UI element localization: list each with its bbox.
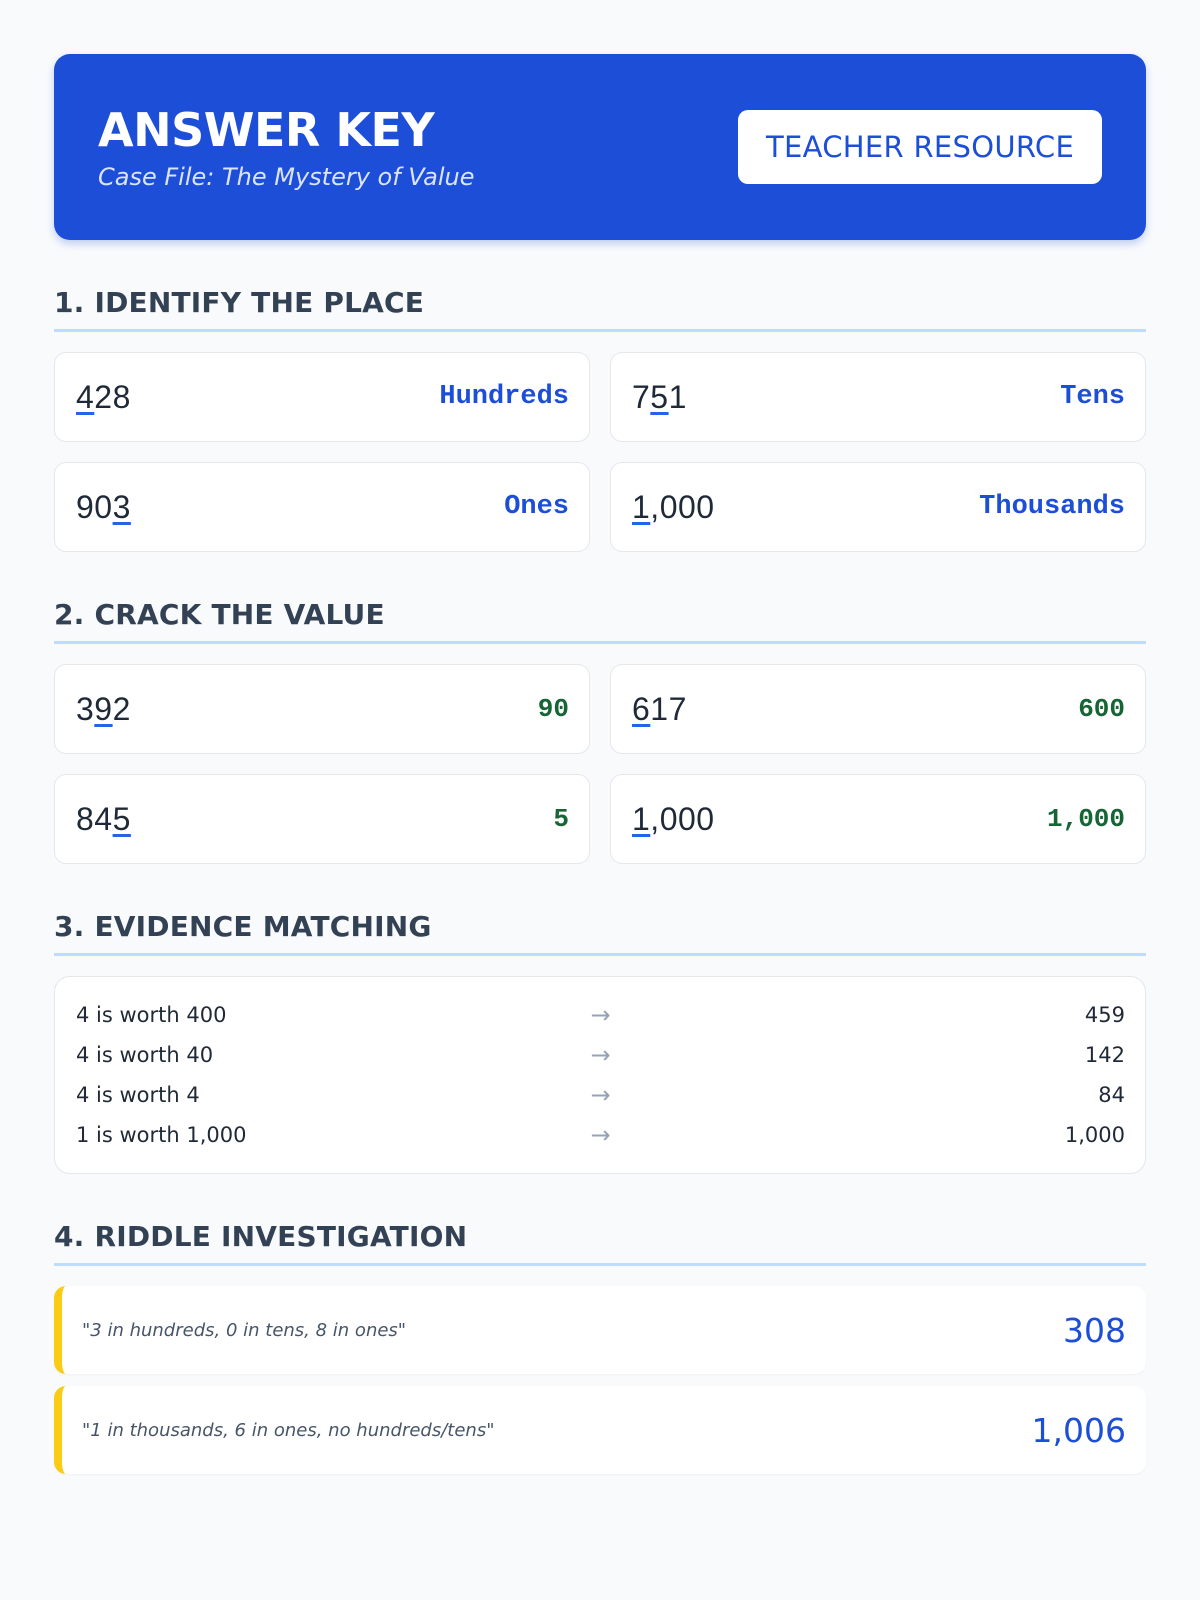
number-with-underlined-digit: 845: [76, 800, 131, 837]
answer-key-page: ANSWER KEY Case File: The Mystery of Val…: [54, 54, 1146, 1474]
match-clue: 1 is worth 1,000: [76, 1123, 247, 1147]
value-card: 1,000 1,000: [610, 774, 1146, 864]
section-crack-value: 2. CRACK THE VALUE 392 90 617 600 845 5 …: [54, 598, 1146, 864]
number-with-underlined-digit: 751: [632, 378, 687, 415]
number-with-underlined-digit: 1,000: [632, 488, 715, 525]
riddle-card: "3 in hundreds, 0 in tens, 8 in ones" 30…: [54, 1286, 1146, 1374]
value-card: 392 90: [54, 664, 590, 754]
arrow-right-icon: →: [590, 1081, 611, 1109]
match-row: 4 is worth 400 → 459: [76, 995, 1125, 1035]
riddle-clue: "1 in thousands, 6 in ones, no hundreds/…: [82, 1419, 495, 1441]
place-card: 903 Ones: [54, 462, 590, 552]
section-title: 4. RIDDLE INVESTIGATION: [54, 1220, 1146, 1266]
value-card: 845 5: [54, 774, 590, 864]
place-card: 1,000 Thousands: [610, 462, 1146, 552]
page-title: ANSWER KEY: [98, 103, 435, 157]
section-title: 3. EVIDENCE MATCHING: [54, 910, 1146, 956]
match-row: 1 is worth 1,000 → 1,000: [76, 1115, 1125, 1155]
value-grid: 392 90 617 600 845 5 1,000 1,000: [54, 664, 1146, 864]
number-with-underlined-digit: 1,000: [632, 800, 715, 837]
section-identify-place: 1. IDENTIFY THE PLACE 428 Hundreds 751 T…: [54, 286, 1146, 552]
match-clue: 4 is worth 400: [76, 1003, 227, 1027]
arrow-right-icon: →: [590, 1121, 611, 1149]
value-answer: 600: [1078, 694, 1125, 724]
section-title: 2. CRACK THE VALUE: [54, 598, 1146, 644]
underlined-digit: 1: [632, 800, 651, 837]
place-answer: Thousands: [979, 492, 1125, 522]
number-with-underlined-digit: 392: [76, 690, 131, 727]
matching-card: 4 is worth 400 → 459 4 is worth 40 → 142…: [54, 976, 1146, 1174]
underlined-digit: 5: [650, 378, 669, 415]
match-number: 1,000: [1064, 1123, 1125, 1147]
number-with-underlined-digit: 617: [632, 690, 687, 727]
header-banner: ANSWER KEY Case File: The Mystery of Val…: [54, 54, 1146, 240]
place-grid: 428 Hundreds 751 Tens 903 Ones 1,000 Tho…: [54, 352, 1146, 552]
match-row: 4 is worth 4 → 84: [76, 1075, 1125, 1115]
riddle-answer: 1,006: [1031, 1410, 1126, 1450]
section-title: 1. IDENTIFY THE PLACE: [54, 286, 1146, 332]
riddle-answer: 308: [1063, 1310, 1126, 1350]
value-answer: 5: [553, 804, 569, 834]
value-answer: 1,000: [1046, 804, 1125, 834]
place-answer: Hundreds: [439, 382, 569, 412]
riddle-card: "1 in thousands, 6 in ones, no hundreds/…: [54, 1386, 1146, 1474]
teacher-resource-badge: TEACHER RESOURCE: [738, 110, 1102, 184]
underlined-digit: 9: [94, 690, 113, 727]
header-text: ANSWER KEY Case File: The Mystery of Val…: [98, 102, 475, 192]
number-with-underlined-digit: 903: [76, 488, 131, 525]
place-answer: Ones: [504, 492, 569, 522]
place-card: 751 Tens: [610, 352, 1146, 442]
place-answer: Tens: [1060, 382, 1125, 412]
section-evidence-matching: 3. EVIDENCE MATCHING 4 is worth 400 → 45…: [54, 910, 1146, 1174]
underlined-digit: 6: [632, 690, 651, 727]
value-card: 617 600: [610, 664, 1146, 754]
underlined-digit: 1: [632, 488, 651, 525]
match-clue: 4 is worth 4: [76, 1083, 200, 1107]
value-answer: 90: [537, 694, 569, 724]
riddle-clue: "3 in hundreds, 0 in tens, 8 in ones": [82, 1319, 407, 1341]
underlined-digit: 5: [112, 800, 131, 837]
underlined-digit: 3: [112, 488, 131, 525]
underlined-digit: 4: [76, 378, 95, 415]
match-clue: 4 is worth 40: [76, 1043, 214, 1067]
match-number: 84: [1098, 1083, 1125, 1107]
arrow-right-icon: →: [590, 1041, 611, 1069]
page-subtitle: Case File: The Mystery of Value: [98, 163, 475, 191]
arrow-right-icon: →: [590, 1001, 611, 1029]
number-with-underlined-digit: 428: [76, 378, 131, 415]
match-row: 4 is worth 40 → 142: [76, 1035, 1125, 1075]
place-card: 428 Hundreds: [54, 352, 590, 442]
match-number: 142: [1084, 1043, 1125, 1067]
match-number: 459: [1084, 1003, 1125, 1027]
section-riddle-investigation: 4. RIDDLE INVESTIGATION "3 in hundreds, …: [54, 1220, 1146, 1474]
